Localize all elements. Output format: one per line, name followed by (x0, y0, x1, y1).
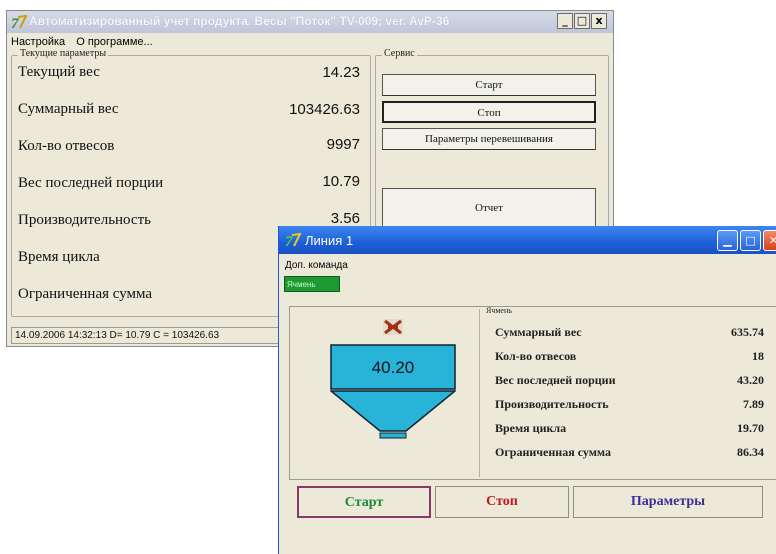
main-menu-bar: Настройка О программе... (11, 36, 161, 48)
service-legend: Сервис (382, 48, 417, 59)
stat-label-productivity: Производительность (495, 397, 609, 411)
stat-label-last-portion: Вес последней порции (495, 373, 616, 387)
param-label-last-portion: Вес последней порции (18, 175, 164, 191)
reweigh-params-button[interactable]: Параметры перевешивания (382, 128, 596, 150)
close-button[interactable]: x (591, 13, 607, 29)
param-label-limited-sum: Ограниченная сумма (18, 286, 153, 302)
svg-text:7: 7 (285, 234, 293, 248)
panel-legend: Ячмень (486, 306, 512, 315)
main-window-title: Автоматизированный учет продукта. Весы "… (29, 14, 450, 28)
hopper-weight-value: 40.20 (372, 358, 415, 377)
close-icon[interactable]: ✕ (763, 230, 776, 251)
param-label-cycle-time: Время цикла (18, 249, 100, 265)
svg-text:7: 7 (11, 16, 19, 30)
stat-label-weighings-count: Кол-во отвесов (495, 349, 577, 363)
line-title-bar[interactable]: 7 Линия 1 ▁ □ ✕ (279, 226, 776, 254)
line-panel: Ячмень 40.20 Суммарный вес 635.74 Кол-во… (289, 306, 776, 480)
hopper-status-icon (383, 319, 403, 335)
status-bar: 14.09.2006 14:32:13 D= 10.79 C = 103426.… (11, 327, 291, 344)
stat-value-total-weight: 635.74 (731, 325, 764, 339)
stat-label-cycle-time: Время цикла (495, 421, 567, 435)
line-menu-extra-command[interactable]: Доп. команда (285, 260, 348, 271)
menu-about[interactable]: О программе... (76, 36, 152, 48)
app-logo-icon: 7 (11, 14, 27, 30)
main-title-bar[interactable]: 7 Автоматизированный учет продукта. Весы… (7, 11, 613, 33)
line-params-button[interactable]: Параметры (573, 486, 763, 518)
param-label-productivity: Производительность (18, 212, 151, 228)
panel-divider (479, 309, 480, 477)
stat-value-cycle-time: 19.70 (737, 421, 764, 435)
maximize-button[interactable]: □ (574, 13, 590, 29)
app-logo-icon: 7 (285, 232, 301, 248)
stat-value-limited-sum: 86.34 (737, 445, 764, 459)
current-params-legend: Текущие параметры (18, 48, 109, 59)
param-label-current-weight: Текущий вес (18, 64, 100, 80)
minimize-button[interactable]: _ (557, 13, 573, 29)
report-button[interactable]: Отчет (382, 188, 596, 228)
line-window-title: Линия 1 (305, 233, 354, 248)
line-stop-button[interactable]: Стоп (435, 486, 569, 518)
param-label-weighings-count: Кол-во отвесов (18, 138, 115, 154)
param-value-current-weight: 14.23 (322, 64, 360, 81)
maximize-icon[interactable]: □ (740, 230, 761, 251)
stat-label-limited-sum: Ограниченная сумма (495, 445, 611, 459)
hopper-outlet (379, 432, 407, 439)
stat-value-productivity: 7.89 (743, 397, 764, 411)
stat-value-weighings-count: 18 (752, 349, 764, 363)
line-window: 7 Линия 1 ▁ □ ✕ Доп. команда Ячмень Ячме… (278, 226, 776, 554)
line-start-button[interactable]: Старт (297, 486, 431, 518)
service-start-button[interactable]: Старт (382, 74, 596, 96)
param-value-weighings-count: 9997 (326, 136, 360, 153)
param-label-total-weight: Суммарный вес (18, 101, 119, 117)
line-button-bar: Старт Стоп Параметры (289, 486, 776, 522)
param-value-productivity: 3.56 (330, 210, 360, 227)
hopper-funnel (330, 390, 456, 432)
minimize-icon[interactable]: ▁ (717, 230, 738, 251)
menu-settings[interactable]: Настройка (11, 36, 65, 48)
param-value-last-portion: 10.79 (322, 173, 360, 190)
stat-value-last-portion: 43.20 (737, 373, 764, 387)
service-stop-button[interactable]: Стоп (382, 101, 596, 123)
hopper-graphic: 40.20 (330, 319, 456, 439)
param-value-total-weight: 103426.63 (289, 101, 360, 118)
tab-barley[interactable]: Ячмень (284, 276, 340, 292)
stat-label-total-weight: Суммарный вес (495, 325, 582, 339)
